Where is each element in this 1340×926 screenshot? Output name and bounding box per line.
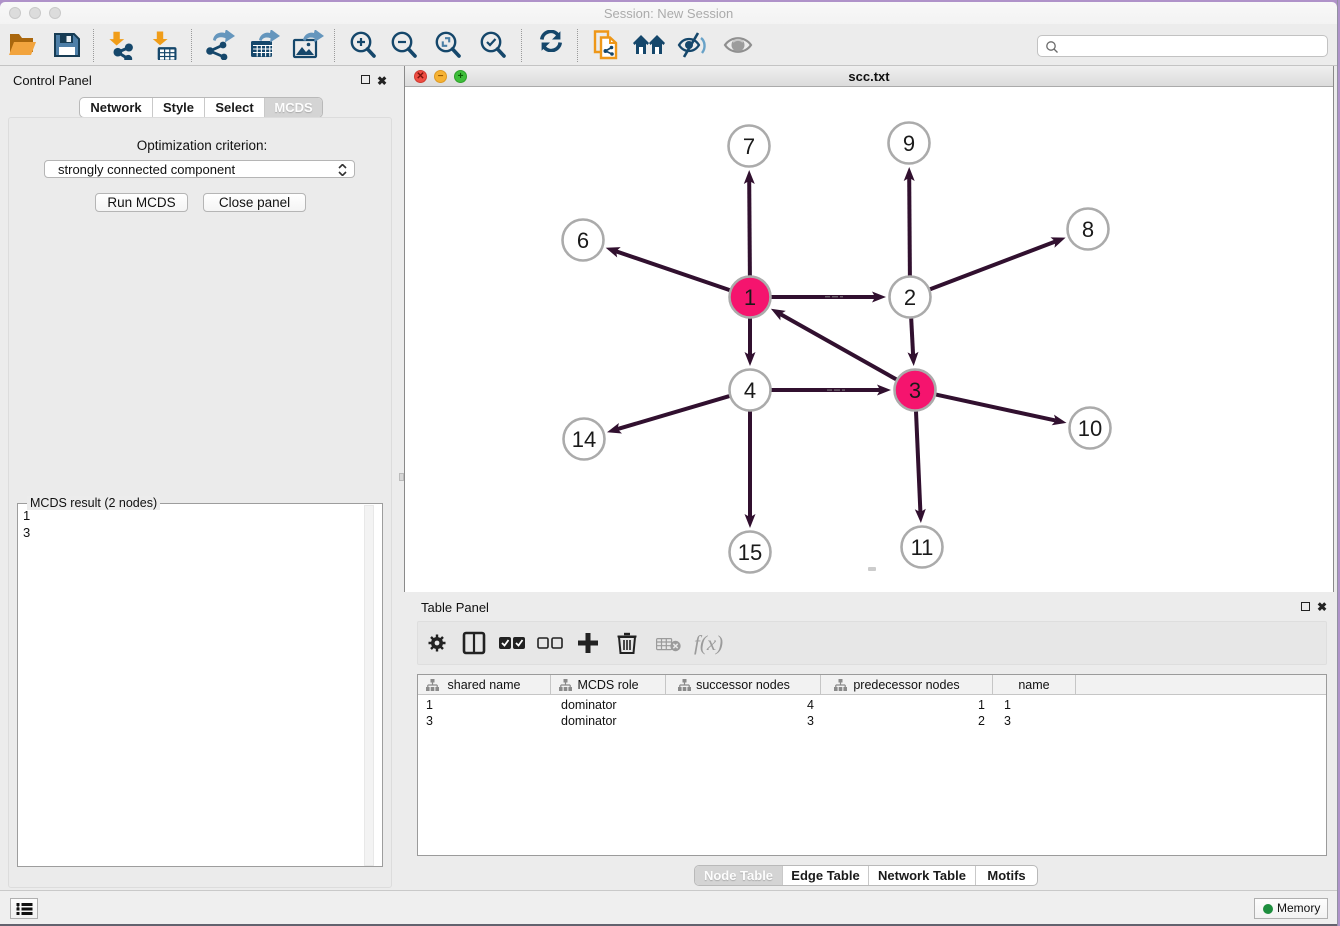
svg-text:3: 3: [909, 378, 921, 403]
svg-text:15: 15: [738, 540, 762, 565]
svg-text:1: 1: [744, 285, 756, 310]
svg-text:14: 14: [572, 427, 596, 452]
svg-text:4: 4: [744, 378, 756, 403]
svg-text:10: 10: [1078, 416, 1102, 441]
svg-text:6: 6: [577, 228, 589, 253]
svg-text:9: 9: [903, 131, 915, 156]
svg-text:8: 8: [1082, 217, 1094, 242]
svg-text:11: 11: [911, 535, 934, 560]
svg-text:7: 7: [743, 134, 755, 159]
svg-text:2: 2: [904, 285, 916, 310]
